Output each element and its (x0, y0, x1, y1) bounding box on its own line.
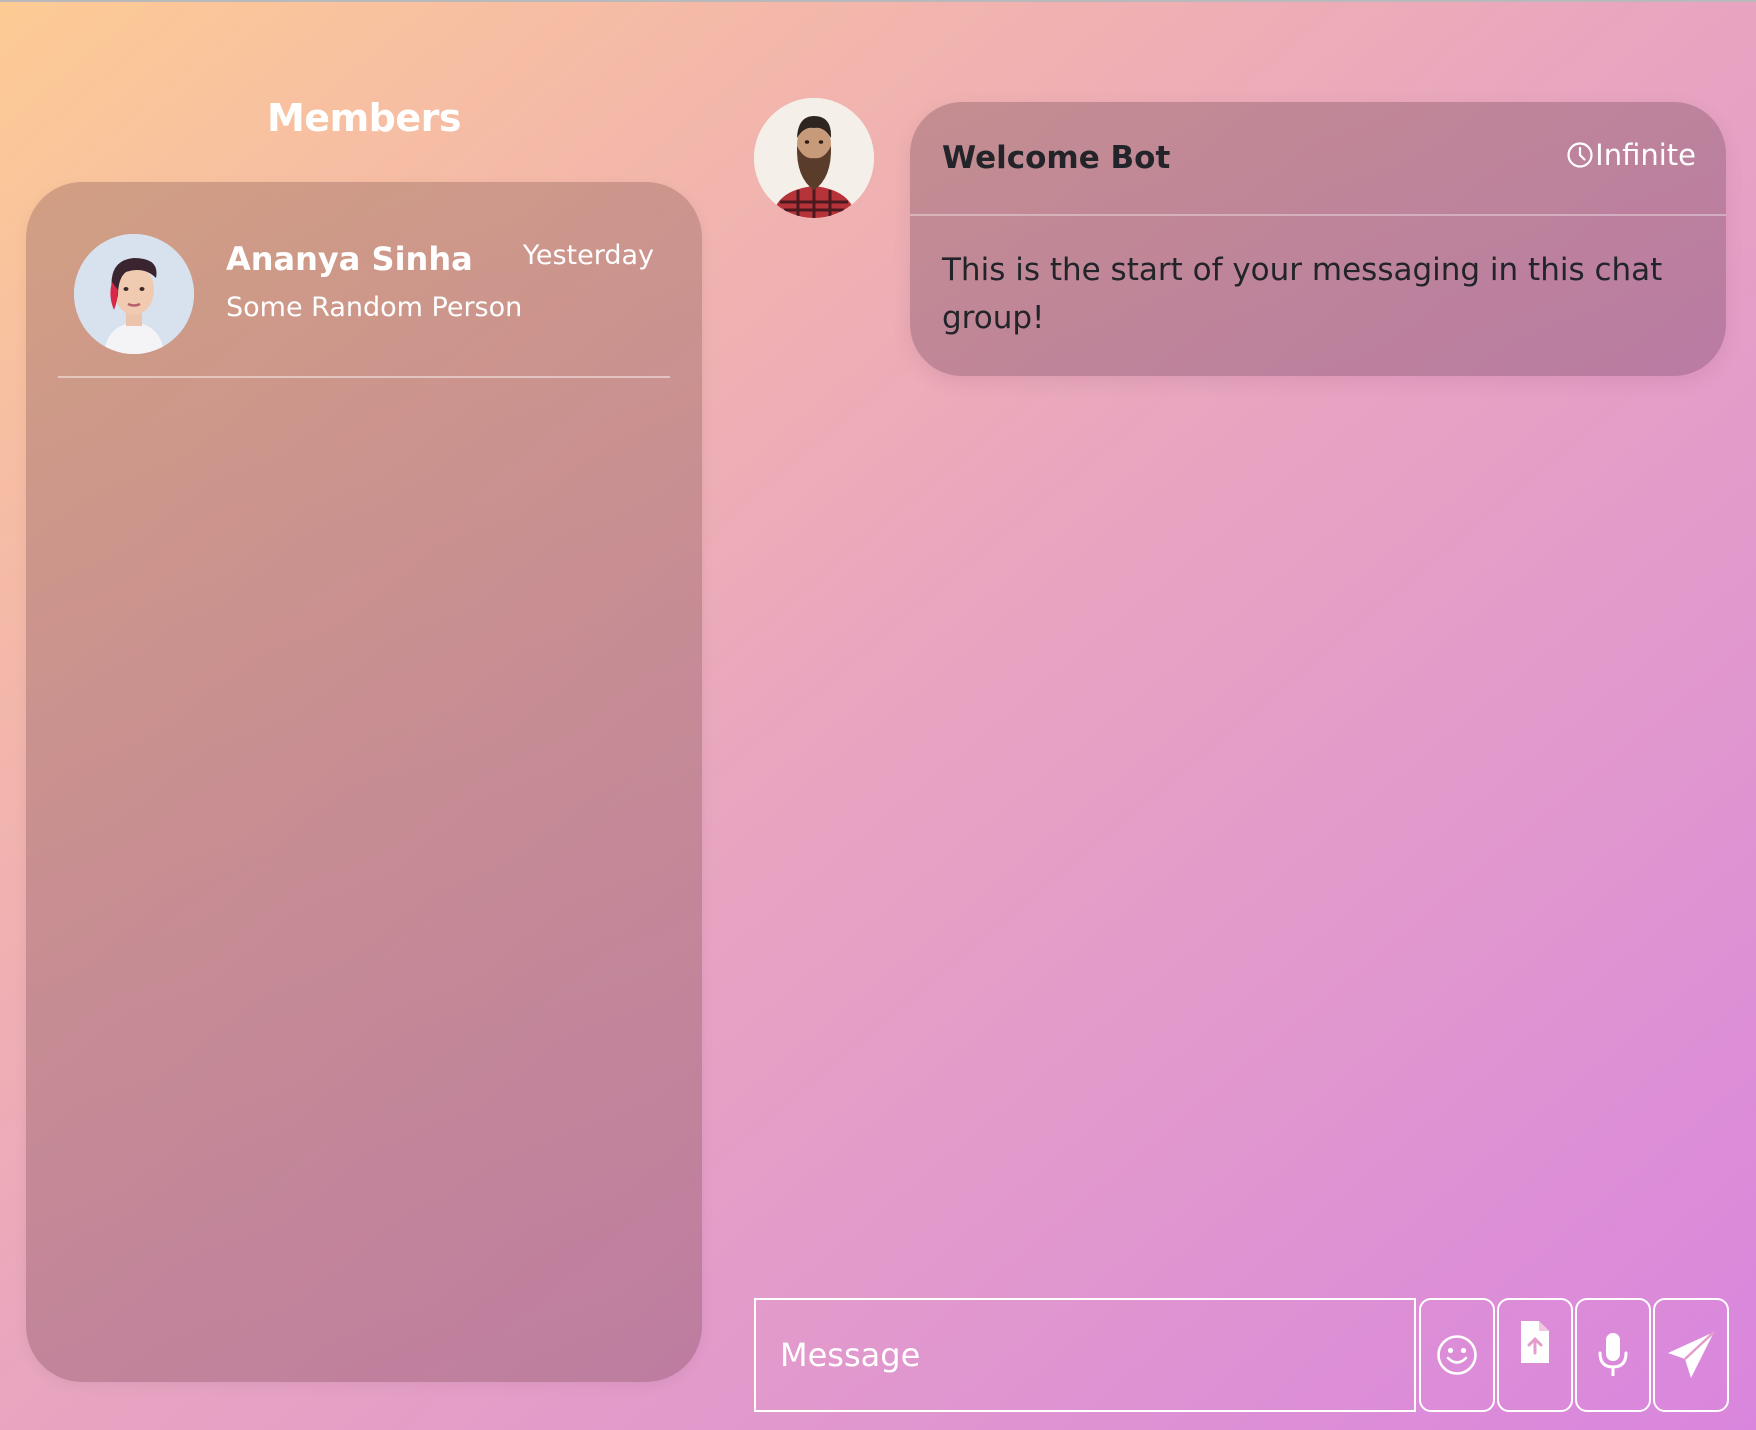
microphone-icon (1598, 1333, 1628, 1376)
send-button[interactable] (1653, 1298, 1729, 1412)
bot-avatar (754, 98, 874, 218)
message-input[interactable] (756, 1300, 1414, 1410)
woman-avatar-icon (74, 234, 194, 354)
message-text: This is the start of your messaging in t… (942, 252, 1663, 336)
member-item[interactable]: Ananya Sinha Some Random Person Yesterda… (58, 234, 670, 378)
message-header: Welcome Bot Infinite (910, 102, 1726, 216)
file-upload-button[interactable] (1497, 1298, 1573, 1412)
member-name: Ananya Sinha (226, 240, 473, 278)
message-bubble: Welcome Bot Infinite This is the start o… (910, 102, 1726, 376)
emoji-button[interactable] (1419, 1298, 1495, 1412)
message-sender: Welcome Bot (942, 140, 1171, 176)
file-upload-icon (1521, 1321, 1549, 1363)
bearded-man-avatar-icon (754, 98, 874, 218)
message-time: Infinite (1566, 138, 1696, 172)
clock-icon (1567, 142, 1593, 168)
member-last-seen: Yesterday (522, 240, 654, 271)
message-time-label: Infinite (1595, 138, 1696, 172)
members-list: Ananya Sinha Some Random Person Yesterda… (26, 182, 702, 1382)
microphone-button[interactable] (1575, 1298, 1651, 1412)
message-input-container (754, 1298, 1416, 1412)
send-icon (1668, 1331, 1715, 1378)
emoji-icon (1437, 1335, 1477, 1375)
members-title: Members (266, 96, 462, 140)
window-top-border (0, 0, 1756, 2)
member-subtitle: Some Random Person (226, 292, 523, 323)
member-avatar (74, 234, 194, 354)
